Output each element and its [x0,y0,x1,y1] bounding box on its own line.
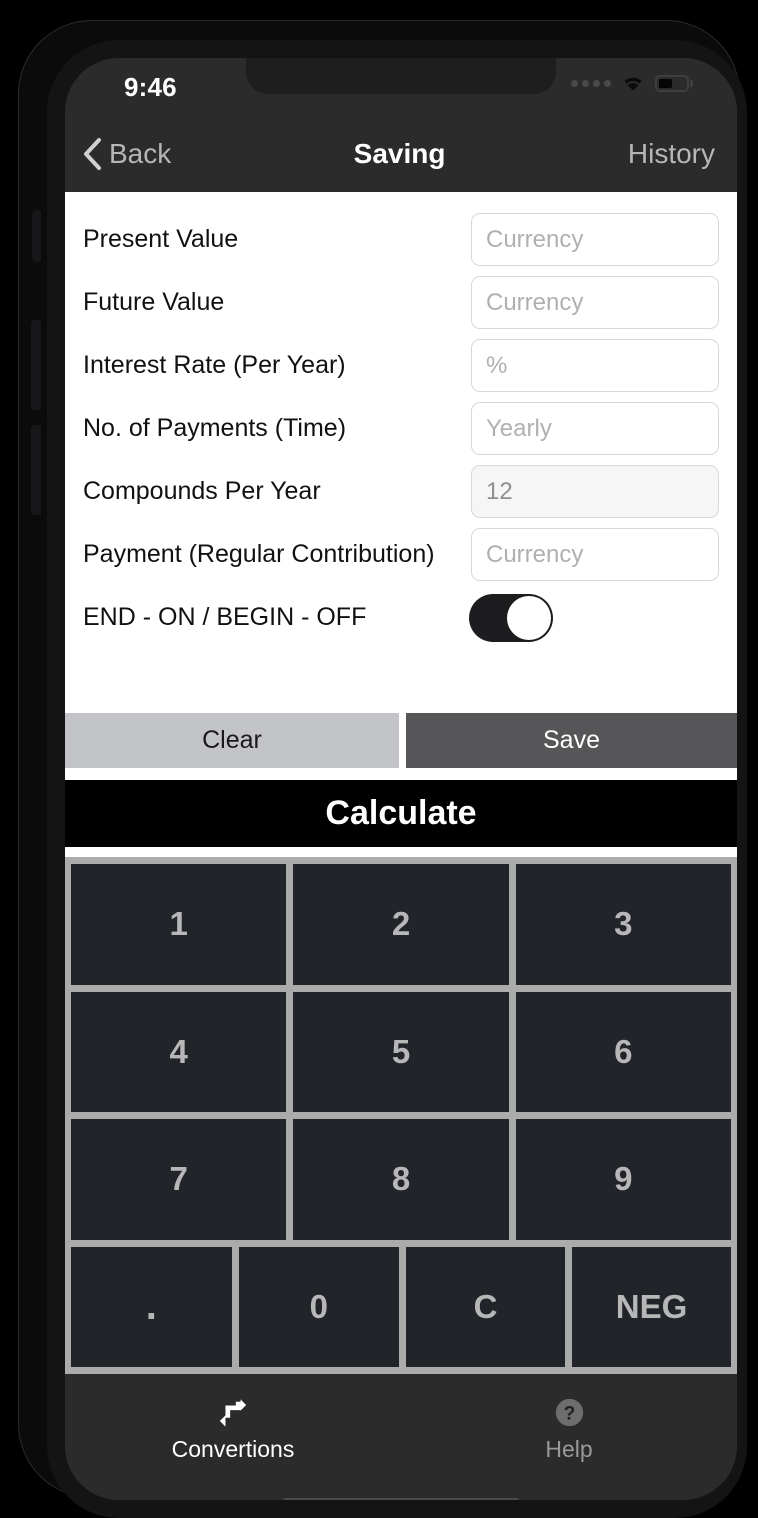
form-row-compounds-per-year: Compounds Per Year [83,460,719,523]
key-2[interactable]: 2 [293,864,509,985]
key-5[interactable]: 5 [293,991,509,1112]
save-button[interactable]: Save [406,713,737,768]
calculate-spacer [65,847,737,857]
form-row-payment: Payment (Regular Contribution) [83,523,719,586]
saving-form: Present Value Future Value Interest Rate… [65,192,737,713]
form-row-future-value: Future Value [83,271,719,334]
key-decimal-point[interactable]: . [71,1246,232,1367]
volume-down-button[interactable] [31,425,41,515]
key-4[interactable]: 4 [71,991,287,1112]
payment-input[interactable] [471,528,719,581]
form-label: No. of Payments (Time) [83,414,347,442]
no-of-payments-input[interactable] [471,402,719,455]
form-row-no-of-payments: No. of Payments (Time) [83,397,719,460]
form-row-end-begin-toggle: END - ON / BEGIN - OFF [83,586,719,649]
key-clear[interactable]: C [406,1246,566,1367]
key-0[interactable]: 0 [238,1246,400,1367]
present-value-input[interactable] [471,213,719,266]
phone-screen: 9:46 Back Saving History Present Value C… [65,58,737,1500]
key-8[interactable]: 8 [293,1119,509,1240]
end-begin-toggle-label: END - ON / BEGIN - OFF [83,603,367,631]
tab-convertions[interactable]: Convertions [65,1374,401,1478]
page-title: Saving [353,138,446,169]
question-circle-icon: ? [554,1396,585,1430]
toggle-knob [507,595,551,640]
svg-text:?: ? [563,1403,575,1424]
back-button[interactable]: Back [81,137,171,171]
action-button-row: Clear Save [65,713,737,768]
keypad-row: 4 5 6 [71,991,731,1112]
form-label: Future Value [83,288,225,316]
swap-arrows-icon [217,1396,249,1430]
action-gap [399,713,406,768]
home-indicator-area [65,1478,737,1500]
tab-label: Convertions [171,1435,295,1462]
back-button-label: Back [109,138,172,169]
keypad-row: 7 8 9 [71,1119,731,1240]
form-label: Compounds Per Year [83,477,321,505]
mute-switch-button[interactable] [32,210,41,262]
tab-bar: Convertions ? Help [65,1374,737,1478]
home-indicator[interactable] [282,1498,520,1500]
key-3[interactable]: 3 [515,864,731,985]
end-begin-toggle[interactable] [469,593,553,642]
key-negate[interactable]: NEG [572,1246,731,1367]
key-6[interactable]: 6 [515,991,731,1112]
tab-label: Help [545,1435,593,1462]
notch [246,58,556,94]
action-spacer [65,768,737,780]
tab-help[interactable]: ? Help [401,1374,737,1478]
form-row-present-value: Present Value [83,208,719,271]
phone-frame: 9:46 Back Saving History Present Value C… [18,20,747,1518]
future-value-input[interactable] [471,276,719,329]
status-bar: 9:46 [65,58,737,116]
key-7[interactable]: 7 [71,1119,287,1240]
status-bar-clock: 9:46 [124,72,177,102]
battery-icon [655,74,693,92]
volume-up-button[interactable] [31,320,41,410]
history-button[interactable]: History [628,138,715,170]
key-9[interactable]: 9 [515,1119,731,1240]
chevron-left-icon [84,138,101,170]
keypad-row: 1 2 3 [71,864,731,985]
form-label: Present Value [83,225,239,253]
compounds-per-year-input[interactable] [471,465,719,518]
calculate-button[interactable]: Calculate [65,780,737,847]
signal-dots-icon [571,79,611,87]
interest-rate-input[interactable] [471,339,719,392]
status-bar-indicators [571,73,693,93]
keypad-row: . 0 C NEG [71,1246,731,1367]
numeric-keypad: 1 2 3 4 5 6 7 8 9 . 0 C NEG [65,857,737,1374]
navigation-bar: Back Saving History [65,116,737,192]
key-1[interactable]: 1 [71,864,287,985]
clear-button[interactable]: Clear [65,713,399,768]
form-label: Payment (Regular Contribution) [83,540,435,568]
form-label: Interest Rate (Per Year) [83,351,346,379]
wifi-icon [620,73,646,93]
form-row-interest-rate: Interest Rate (Per Year) [83,334,719,397]
